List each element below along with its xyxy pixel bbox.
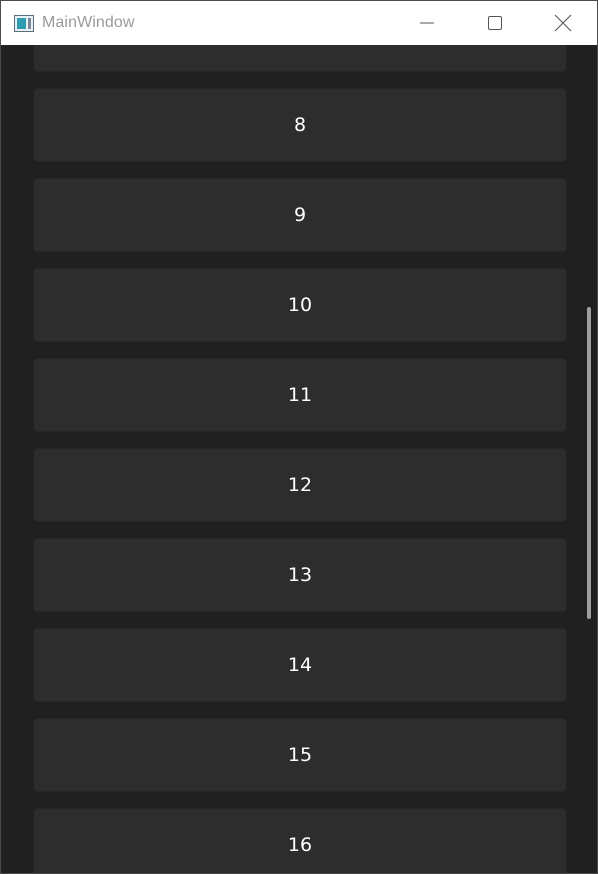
list-item-button[interactable]: 12: [33, 448, 567, 522]
maximize-button[interactable]: [461, 1, 529, 45]
button-list: 7 8 9 10 11 12 13 14 15 16: [33, 45, 567, 873]
title-bar[interactable]: MainWindow: [1, 1, 597, 45]
vertical-scrollbar-thumb[interactable]: [587, 307, 591, 619]
minimize-button[interactable]: [393, 1, 461, 45]
window-controls: [393, 1, 597, 45]
close-button[interactable]: [529, 1, 597, 45]
window-title: MainWindow: [42, 14, 135, 31]
list-item-button[interactable]: 7: [33, 45, 567, 72]
app-window-icon: [14, 14, 34, 32]
maximize-icon: [488, 16, 502, 30]
scroll-area[interactable]: 7 8 9 10 11 12 13 14 15 16: [1, 45, 597, 873]
list-item-button[interactable]: 10: [33, 268, 567, 342]
list-item-button[interactable]: 13: [33, 538, 567, 612]
list-item-button[interactable]: 9: [33, 178, 567, 252]
list-item-button[interactable]: 16: [33, 808, 567, 873]
list-item-button[interactable]: 14: [33, 628, 567, 702]
minimize-icon: [420, 22, 434, 24]
list-item-button[interactable]: 15: [33, 718, 567, 792]
list-item-button[interactable]: 11: [33, 358, 567, 432]
list-item-button[interactable]: 8: [33, 88, 567, 162]
close-icon: [554, 14, 572, 32]
main-window: MainWindow 7 8 9: [0, 0, 598, 874]
